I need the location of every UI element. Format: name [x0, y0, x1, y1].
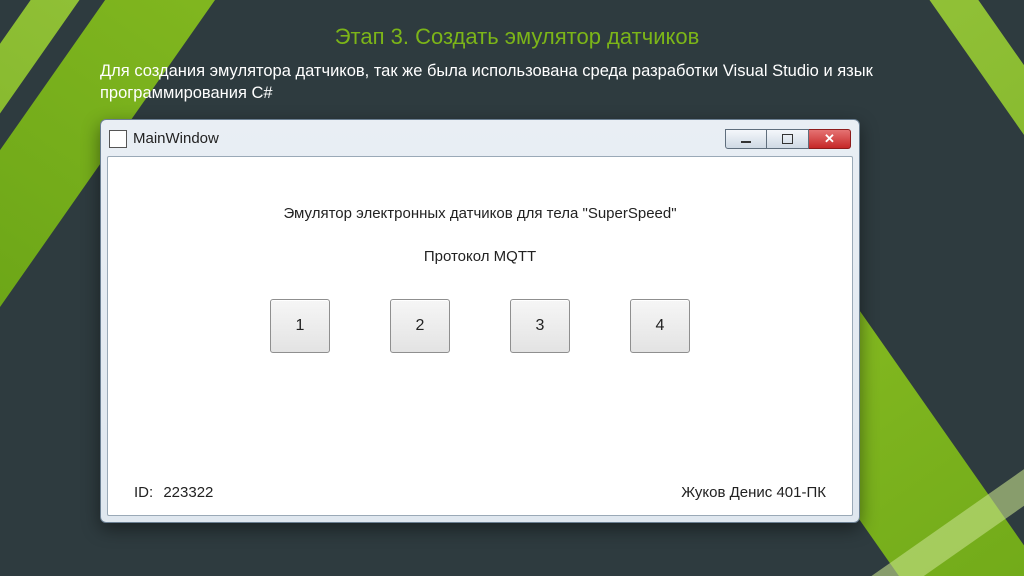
emulator-heading: Эмулятор электронных датчиков для тела "…	[134, 205, 826, 222]
id-display: ID: 223322	[134, 484, 213, 501]
presentation-slide: Этап 3. Создать эмулятор датчиков Для со…	[0, 0, 1024, 576]
slide-description: Для создания эмулятора датчиков, так же …	[100, 60, 934, 105]
app-window: MainWindow ✕ Эмулятор электронных датчик…	[100, 119, 860, 523]
minimize-icon	[741, 141, 751, 143]
id-label: ID:	[134, 484, 153, 501]
window-title: MainWindow	[133, 130, 725, 147]
window-client-area: Эмулятор электронных датчиков для тела "…	[107, 156, 853, 516]
sensor-button-1[interactable]: 1	[270, 299, 330, 353]
window-controls: ✕	[725, 129, 851, 149]
sensor-button-3[interactable]: 3	[510, 299, 570, 353]
sensor-button-row: 1 2 3 4	[134, 299, 826, 353]
sensor-button-4[interactable]: 4	[630, 299, 690, 353]
status-bar: ID: 223322 Жуков Денис 401-ПК	[134, 484, 826, 501]
minimize-button[interactable]	[725, 129, 767, 149]
id-value: 223322	[163, 484, 213, 501]
slide-title: Этап 3. Создать эмулятор датчиков	[100, 24, 934, 50]
close-button[interactable]: ✕	[809, 129, 851, 149]
maximize-button[interactable]	[767, 129, 809, 149]
protocol-label: Протокол MQTT	[134, 248, 826, 265]
close-icon: ✕	[824, 131, 835, 147]
maximize-icon	[782, 134, 793, 144]
window-titlebar[interactable]: MainWindow ✕	[107, 126, 853, 156]
app-icon	[109, 130, 127, 148]
sensor-button-2[interactable]: 2	[390, 299, 450, 353]
author-label: Жуков Денис 401-ПК	[681, 484, 826, 501]
